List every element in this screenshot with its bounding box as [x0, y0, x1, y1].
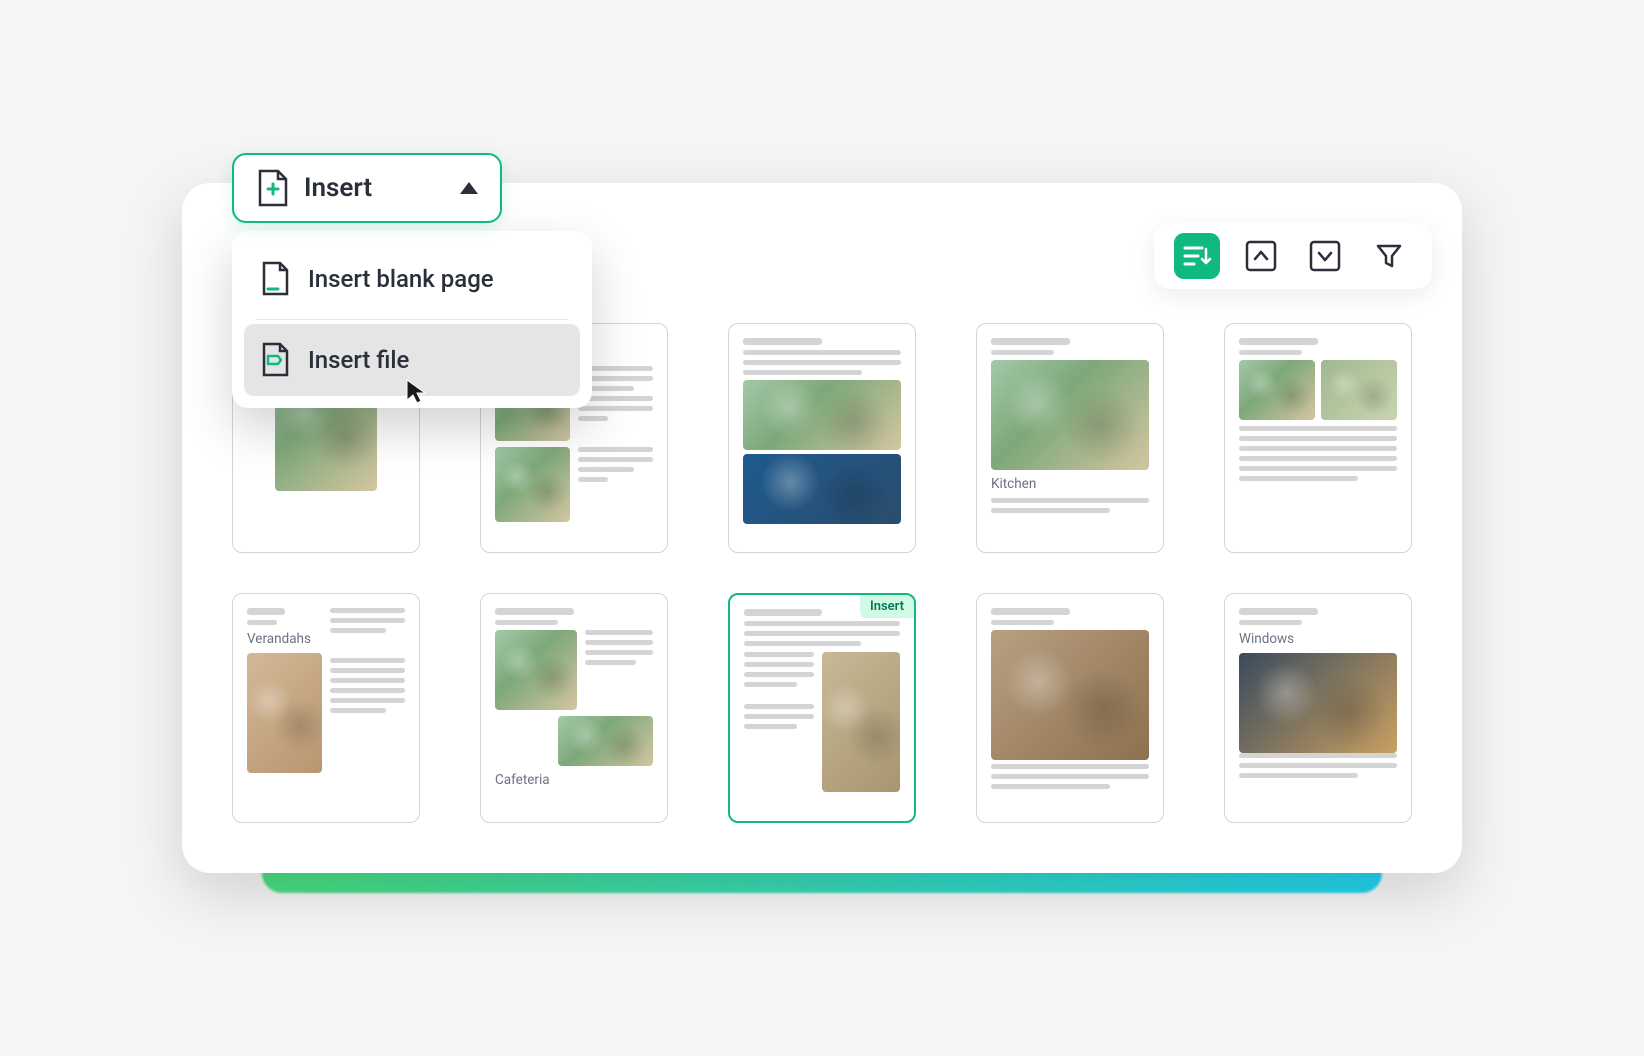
- page-thumb[interactable]: Windows: [1224, 593, 1412, 823]
- thumb-image: [991, 630, 1149, 760]
- file-icon: [260, 342, 290, 378]
- thumb-image: [558, 716, 653, 766]
- menu-item-label: Insert file: [308, 346, 409, 374]
- menu-insert-blank-page[interactable]: Insert blank page: [244, 243, 580, 315]
- thumb-image: [247, 653, 322, 773]
- thumb-label: Kitchen: [991, 476, 1149, 492]
- sort-icon: [1182, 243, 1212, 269]
- page-thumb[interactable]: [976, 593, 1164, 823]
- menu-item-label: Insert blank page: [308, 265, 494, 293]
- menu-insert-file[interactable]: Insert file: [244, 324, 580, 396]
- expand-button[interactable]: [1302, 233, 1348, 279]
- insert-page-icon: [256, 169, 288, 207]
- thumb-image: [495, 447, 570, 522]
- menu-divider: [256, 319, 568, 320]
- page-thumb[interactable]: Kitchen: [976, 323, 1164, 553]
- view-toolbar: [1154, 223, 1432, 289]
- filter-icon: [1374, 241, 1404, 271]
- thumb-image: [991, 360, 1149, 470]
- thumb-label: Windows: [1239, 631, 1397, 647]
- page-thumb-selected[interactable]: Insert: [728, 593, 916, 823]
- thumb-image: [1239, 653, 1397, 753]
- collapse-button[interactable]: [1238, 233, 1284, 279]
- insert-button[interactable]: Insert: [232, 153, 502, 223]
- thumb-label: Cafeteria: [495, 772, 653, 788]
- chevron-up-box-icon: [1244, 239, 1278, 273]
- caret-up-icon: [460, 182, 478, 194]
- cursor-icon: [404, 378, 432, 406]
- thumb-image: [1321, 360, 1397, 420]
- thumb-image: [822, 652, 900, 792]
- thumb-image: [1239, 360, 1315, 420]
- blank-page-icon: [260, 261, 290, 297]
- thumb-image: [743, 380, 901, 450]
- page-thumb[interactable]: [1224, 323, 1412, 553]
- page-thumb[interactable]: Verandahs: [232, 593, 420, 823]
- page-thumb[interactable]: Cafeteria: [480, 593, 668, 823]
- insert-dropdown: Insert blank page Insert file: [232, 231, 592, 408]
- insert-badge: Insert: [860, 595, 914, 618]
- thumb-image: [495, 630, 577, 710]
- filter-button[interactable]: [1366, 233, 1412, 279]
- main-panel: Insert Insert blank page Insert: [182, 183, 1462, 873]
- thumb-image: [743, 454, 901, 524]
- insert-button-label: Insert: [304, 173, 444, 203]
- chevron-down-box-icon: [1308, 239, 1342, 273]
- sort-button[interactable]: [1174, 233, 1220, 279]
- thumb-label: Verandahs: [247, 631, 322, 647]
- page-thumb[interactable]: [728, 323, 916, 553]
